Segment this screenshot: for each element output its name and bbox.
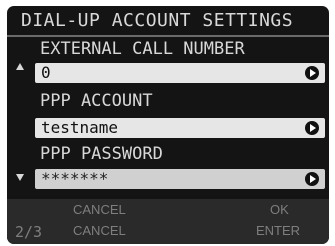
ppp-account-field[interactable]: testname [35, 118, 325, 138]
ppp-password-label: PPP PASSWORD [40, 144, 163, 164]
ppp-account-label: PPP ACCOUNT [40, 91, 153, 111]
softkey-bar: 2/3 CANCEL CANCEL OK ENTER [7, 199, 329, 244]
ppp-password-value: ******* [41, 169, 109, 188]
enter-softkey[interactable]: ENTER [256, 223, 300, 238]
external-call-number-label: EXTERNAL CALL NUMBER [40, 39, 245, 59]
external-call-number-field[interactable]: 0 [35, 63, 325, 83]
ok-hint: OK [270, 202, 289, 217]
page-indicator: 2/3 [15, 223, 43, 241]
ppp-account-value: testname [41, 118, 119, 137]
scroll-up-icon[interactable] [16, 63, 24, 70]
title-divider [7, 35, 329, 37]
scroll-down-icon[interactable] [16, 174, 24, 181]
screen-title: DIAL-UP ACCOUNT SETTINGS [21, 10, 294, 31]
circle-arrow-right-icon[interactable] [305, 172, 319, 186]
external-call-number-value: 0 [41, 63, 51, 82]
camera-lcd-screen: DIAL-UP ACCOUNT SETTINGS EXTERNAL CALL N… [7, 6, 329, 244]
ppp-password-field[interactable]: ******* [35, 169, 325, 189]
cancel-hint-top: CANCEL [73, 202, 126, 217]
cancel-softkey[interactable]: CANCEL [73, 223, 126, 238]
circle-arrow-right-icon[interactable] [305, 66, 319, 80]
circle-arrow-right-icon[interactable] [305, 121, 319, 135]
